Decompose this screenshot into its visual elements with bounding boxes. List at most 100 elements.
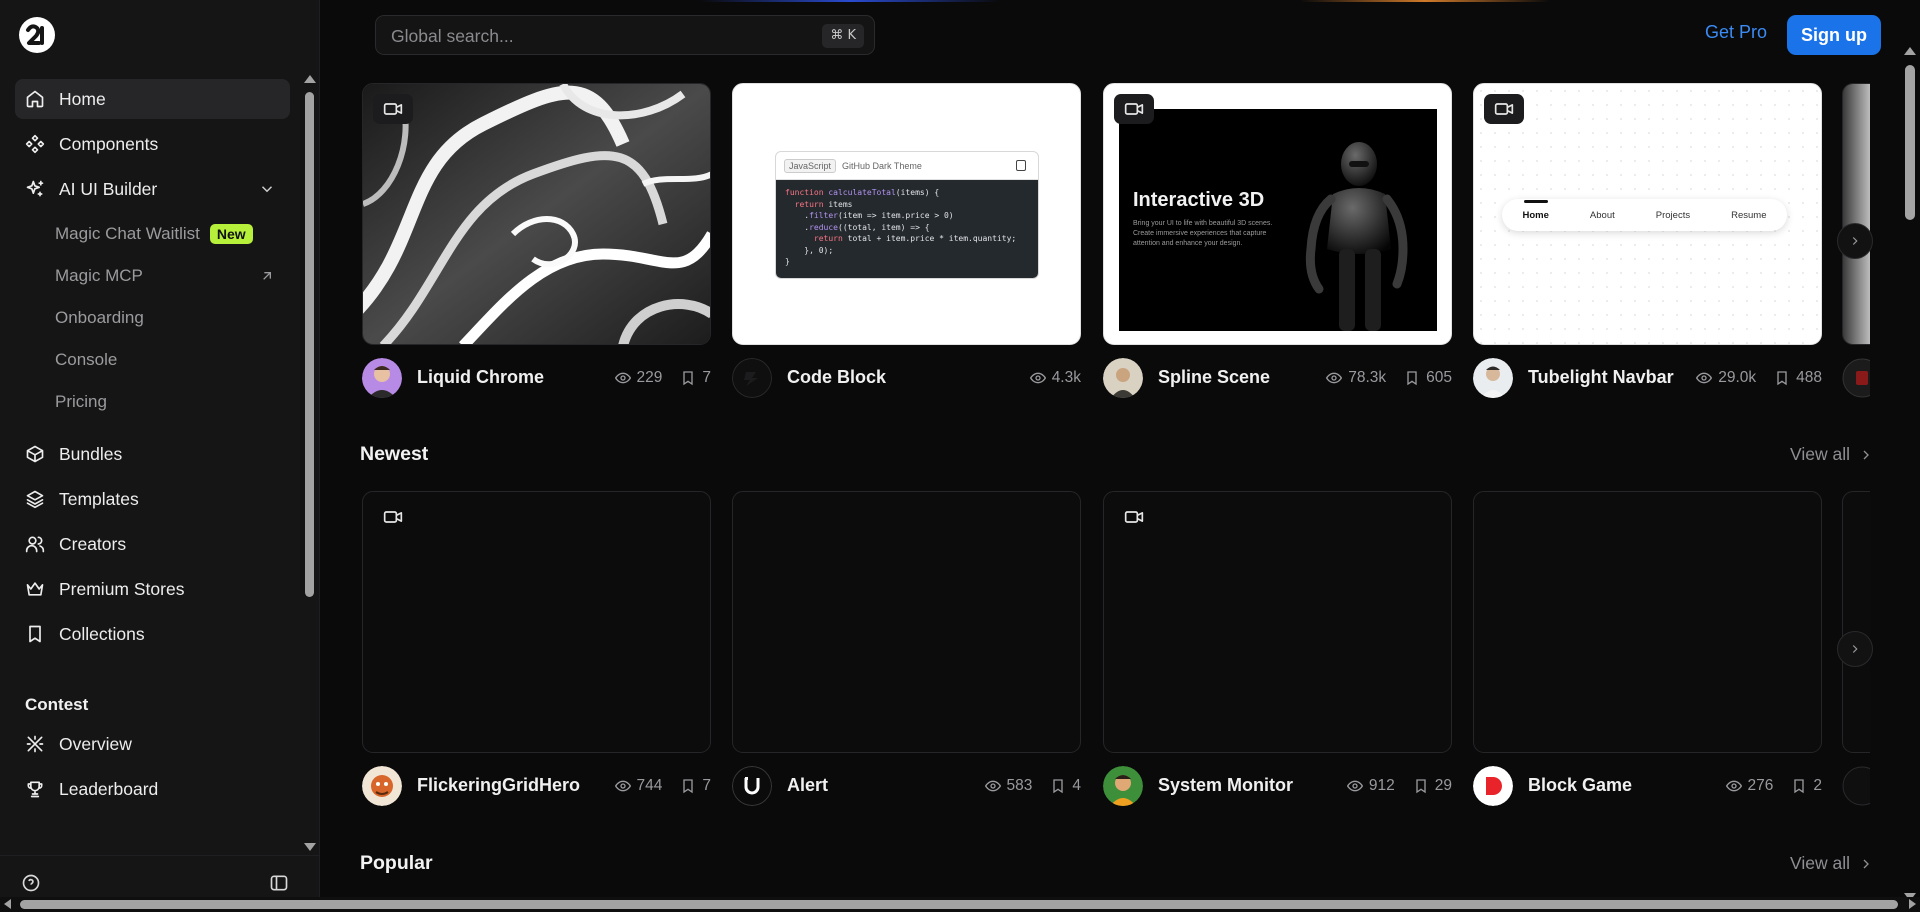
sidebar-subitem-magic-mcp[interactable]: Magic MCP bbox=[55, 259, 285, 293]
component-card-block-game[interactable] bbox=[1473, 491, 1822, 753]
view-all-label: View all bbox=[1790, 853, 1850, 873]
component-card-tubelight-navbar[interactable]: Home About Projects Resume bbox=[1473, 83, 1822, 345]
scrollbar-thumb[interactable] bbox=[20, 900, 1898, 909]
scrollbar-thumb[interactable] bbox=[305, 92, 314, 597]
scroll-down-icon[interactable] bbox=[304, 843, 316, 851]
carousel-next-button[interactable] bbox=[1837, 223, 1873, 259]
avatar[interactable] bbox=[362, 358, 402, 398]
component-card-liquid-chrome[interactable] bbox=[362, 83, 711, 345]
view-all-popular-link[interactable]: View all bbox=[1790, 853, 1874, 874]
code-block-preview: JavaScript GitHub Dark Theme function ca… bbox=[775, 151, 1039, 279]
bookmark-count: 605 bbox=[1426, 369, 1452, 386]
scroll-left-icon[interactable] bbox=[4, 899, 11, 909]
bookmark-count: 2 bbox=[1813, 777, 1822, 794]
scroll-up-icon[interactable] bbox=[1904, 47, 1916, 55]
video-badge bbox=[373, 502, 413, 532]
avatar[interactable] bbox=[1473, 766, 1513, 806]
scroll-right-icon[interactable] bbox=[1909, 899, 1916, 909]
logo-icon[interactable] bbox=[18, 16, 56, 54]
video-icon bbox=[1494, 103, 1514, 115]
robot-figure bbox=[1305, 142, 1408, 331]
sidebar-item-label: Magic MCP bbox=[55, 266, 143, 285]
sidebar-subitem-console[interactable]: Console bbox=[55, 343, 285, 377]
spline-scene-preview: Interactive 3D Bring your UI to life wit… bbox=[1119, 109, 1437, 331]
bookmark-icon bbox=[25, 624, 45, 644]
card-title[interactable]: Alert bbox=[787, 775, 828, 796]
card-meta-code-block: Code Block 4.3k bbox=[732, 358, 1081, 398]
card-title[interactable]: System Monitor bbox=[1158, 775, 1293, 796]
view-count: 78.3k bbox=[1348, 369, 1387, 386]
scrollbar-thumb[interactable] bbox=[1905, 65, 1915, 220]
component-card-system-monitor[interactable] bbox=[1103, 491, 1452, 753]
sidebar-item-label: Collections bbox=[59, 623, 145, 644]
component-card-peek[interactable] bbox=[1842, 83, 1870, 345]
view-all-newest-link[interactable]: View all bbox=[1790, 444, 1874, 465]
sidebar-item-premium-stores[interactable]: Premium Stores bbox=[15, 569, 290, 609]
card-title[interactable]: Block Game bbox=[1528, 775, 1632, 796]
sidebar-subitem-pricing[interactable]: Pricing bbox=[55, 385, 285, 419]
sidebar-item-collections[interactable]: Collections bbox=[15, 614, 290, 654]
card-title[interactable]: Spline Scene bbox=[1158, 367, 1270, 388]
sidebar-item-creators[interactable]: Creators bbox=[15, 524, 290, 564]
search-input[interactable]: Global search... ⌘ K bbox=[375, 15, 875, 55]
scroll-up-icon[interactable] bbox=[304, 75, 316, 83]
sidebar-item-templates[interactable]: Templates bbox=[15, 479, 290, 519]
sidebar-subitem-magic-chat-waitlist[interactable]: Magic Chat Waitlist New bbox=[55, 217, 285, 251]
card-title[interactable]: Liquid Chrome bbox=[417, 367, 544, 388]
chevron-right-icon bbox=[1863, 859, 1869, 868]
code-theme-label: GitHub Dark Theme bbox=[842, 160, 922, 171]
avatar[interactable] bbox=[1473, 358, 1513, 398]
top-accent-line bbox=[1300, 0, 1550, 2]
sidebar-item-bundles[interactable]: Bundles bbox=[15, 434, 290, 474]
component-card-peek[interactable] bbox=[1842, 491, 1870, 753]
sidebar-item-overview[interactable]: Overview bbox=[15, 724, 290, 764]
help-icon[interactable] bbox=[21, 873, 41, 893]
video-icon bbox=[1124, 103, 1144, 115]
avatar[interactable] bbox=[1103, 358, 1143, 398]
component-card-alert[interactable] bbox=[732, 491, 1081, 753]
search-shortcut: ⌘ K bbox=[822, 24, 864, 48]
card-title[interactable]: Code Block bbox=[787, 367, 886, 388]
sidebar-toggle-icon[interactable] bbox=[269, 873, 289, 893]
card-title[interactable]: Tubelight Navbar bbox=[1528, 367, 1674, 388]
users-icon bbox=[25, 534, 45, 554]
eye-icon bbox=[984, 780, 1001, 792]
carousel-next-button[interactable] bbox=[1837, 631, 1873, 667]
bookmark-icon bbox=[1794, 779, 1805, 794]
sign-up-button[interactable]: Sign up bbox=[1787, 15, 1881, 55]
get-pro-link[interactable]: Get Pro bbox=[1705, 22, 1767, 43]
sidebar-item-label: Creators bbox=[59, 533, 127, 554]
card-title[interactable]: FlickeringGridHero bbox=[417, 775, 580, 796]
sidebar-item-label: Console bbox=[55, 350, 118, 369]
view-count: 583 bbox=[1006, 777, 1033, 794]
component-card-spline-scene[interactable]: Interactive 3D Bring your UI to life wit… bbox=[1103, 83, 1452, 345]
sidebar-item-label: Premium Stores bbox=[59, 578, 185, 599]
sidebar-item-components[interactable]: Components bbox=[15, 124, 290, 164]
sidebar-item-ai-ui-builder[interactable]: AI UI Builder bbox=[15, 169, 290, 209]
card-meta-flickering-grid-hero: FlickeringGridHero 744 7 bbox=[362, 766, 711, 806]
sidebar-subitem-onboarding[interactable]: Onboarding bbox=[55, 301, 285, 335]
component-card-flickering-grid-hero[interactable] bbox=[362, 491, 711, 753]
video-badge bbox=[1114, 502, 1154, 532]
sidebar: Home Components AI UI Builder Magic Chat… bbox=[0, 0, 320, 912]
avatar[interactable] bbox=[362, 766, 402, 806]
card-meta-liquid-chrome: Liquid Chrome 229 7 bbox=[362, 358, 711, 398]
sidebar-item-leaderboard[interactable]: Leaderboard bbox=[15, 769, 290, 809]
chevron-down-icon[interactable] bbox=[258, 180, 276, 198]
section-title-newest: Newest bbox=[360, 443, 429, 465]
main-scrollbar[interactable] bbox=[1900, 47, 1920, 901]
video-badge bbox=[1484, 94, 1524, 124]
horizontal-scrollbar[interactable] bbox=[0, 897, 1920, 912]
avatar[interactable] bbox=[732, 766, 772, 806]
sidebar-item-home[interactable]: Home bbox=[15, 79, 290, 119]
video-badge bbox=[1114, 94, 1154, 124]
crown-icon bbox=[25, 579, 45, 599]
avatar[interactable] bbox=[1103, 766, 1143, 806]
sidebar-scrollbar[interactable] bbox=[302, 70, 316, 855]
view-count: 29.0k bbox=[1718, 369, 1757, 386]
code-lang-label: JavaScript bbox=[784, 158, 837, 173]
avatar[interactable] bbox=[732, 358, 772, 398]
box-icon bbox=[25, 444, 45, 464]
bookmark-icon bbox=[1407, 371, 1417, 386]
component-card-code-block[interactable]: JavaScript GitHub Dark Theme function ca… bbox=[732, 83, 1081, 345]
